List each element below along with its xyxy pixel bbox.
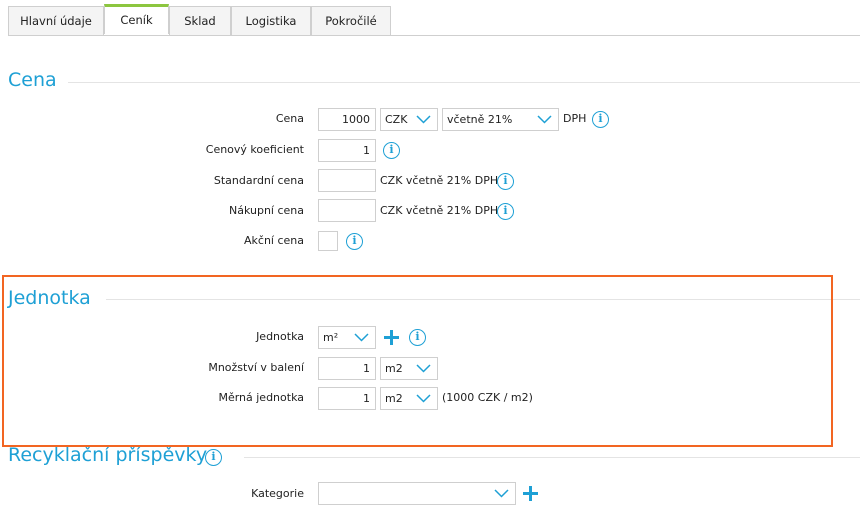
coef-input[interactable]: 1 — [318, 139, 376, 162]
section-divider — [68, 82, 860, 83]
info-icon[interactable]: i — [205, 449, 222, 466]
tabs-baseline — [8, 35, 860, 36]
chevron-down-icon — [537, 115, 552, 124]
info-icon[interactable]: i — [497, 203, 514, 220]
standard-price-label: Standardní cena — [213, 174, 304, 187]
price-label: Cena — [275, 112, 304, 125]
purchase-price-suffix: CZK včetně 21% DPH — [380, 204, 499, 217]
dph-label: DPH — [563, 112, 587, 125]
info-icon[interactable]: i — [383, 142, 400, 159]
currency-value: CZK — [385, 113, 408, 126]
tab-logistika[interactable]: Logistika — [231, 6, 311, 35]
tab-cenik[interactable]: Ceník — [104, 4, 169, 34]
purchase-price-label: Nákupní cena — [228, 204, 304, 217]
purchase-price-input[interactable] — [318, 199, 376, 222]
section-divider — [244, 457, 860, 458]
coef-label: Cenový koeficient — [205, 143, 304, 156]
vat-value: včetně 21% — [447, 113, 513, 126]
section-title-cena: Cena — [8, 69, 57, 91]
vat-select[interactable]: včetně 21% — [442, 108, 559, 131]
standard-price-suffix: CZK včetně 21% DPH — [380, 174, 499, 187]
info-icon[interactable]: i — [346, 233, 363, 250]
tab-hlavni-udaje[interactable]: Hlavní údaje — [8, 6, 104, 35]
chevron-down-icon — [494, 489, 509, 498]
price-input[interactable]: 1000 — [318, 108, 376, 131]
tab-sklad[interactable]: Sklad — [169, 6, 231, 35]
sale-price-label: Akční cena — [244, 234, 304, 247]
section-title-recyklacni: Recyklační příspěvky — [8, 444, 208, 466]
category-select[interactable] — [318, 482, 516, 505]
highlight-box — [2, 275, 833, 447]
sale-price-checkbox[interactable] — [318, 231, 338, 251]
tab-pokrocile[interactable]: Pokročilé — [311, 6, 391, 35]
category-label: Kategorie — [251, 487, 304, 500]
add-category-plus-icon[interactable] — [523, 486, 538, 501]
currency-select[interactable]: CZK — [380, 108, 438, 131]
info-icon[interactable]: i — [497, 173, 514, 190]
standard-price-input[interactable] — [318, 169, 376, 192]
info-icon[interactable]: i — [592, 111, 609, 128]
chevron-down-icon — [416, 115, 431, 124]
